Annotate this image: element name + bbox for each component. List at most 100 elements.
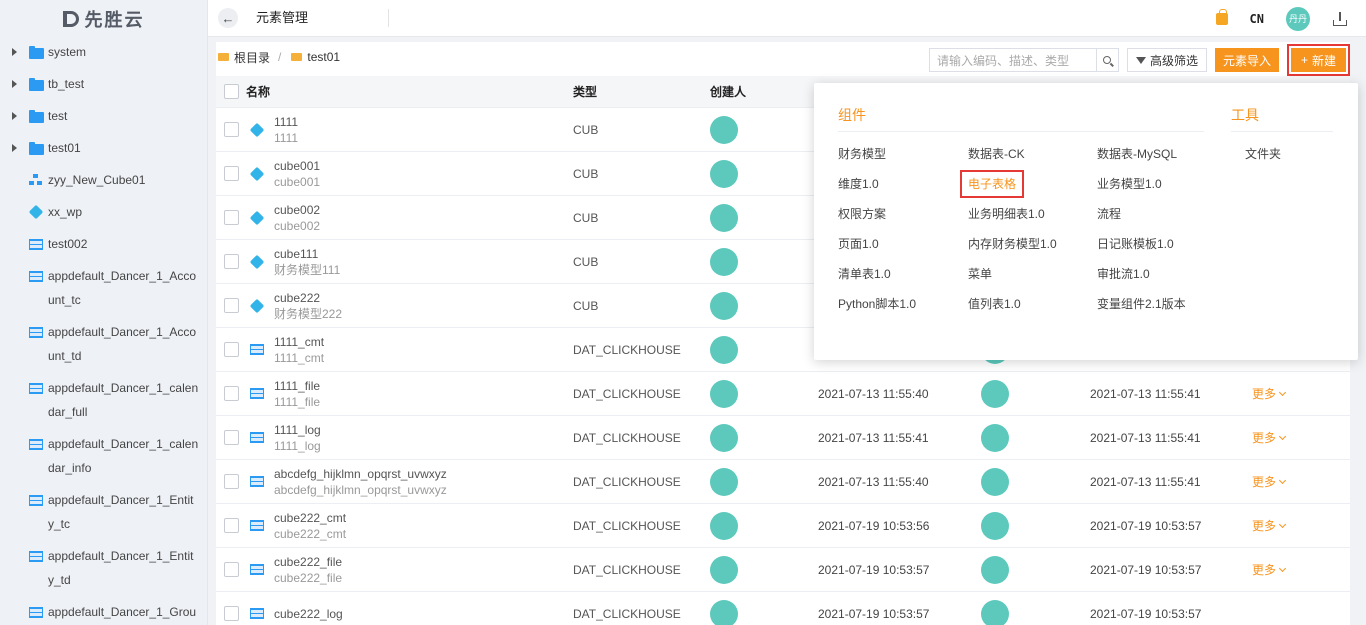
table-icon (250, 519, 264, 533)
menu-item[interactable]: 菜单 (968, 266, 992, 282)
more-actions[interactable]: 更多 (1244, 429, 1287, 446)
table-row[interactable]: abcdefg_hijklmn_opqrst_uvwxyz abcdefg_hij… (216, 460, 1350, 504)
sidebar-item[interactable]: appdefault_Dancer_1_Entity_td (0, 542, 207, 598)
expand-arrow-icon[interactable] (8, 76, 20, 92)
more-actions[interactable]: 更多 (1244, 561, 1287, 578)
top-bar: ← 元素管理 CN 丹丹 (208, 0, 1366, 37)
table-icon (250, 607, 264, 621)
language-switch[interactable]: CN (1250, 12, 1264, 26)
row-checkbox[interactable] (223, 210, 239, 225)
sidebar-item[interactable]: appdefault_Dancer_1_Account_td (0, 318, 207, 374)
menu-item[interactable]: 变量组件2.1版本 (1097, 296, 1186, 312)
sidebar-item[interactable]: appdefault_Dancer_1_Group_tc (0, 598, 207, 625)
menu-item[interactable]: 流程 (1097, 206, 1121, 222)
row-checkbox[interactable] (223, 122, 239, 137)
row-checkbox[interactable] (223, 562, 239, 577)
sidebar-item[interactable]: tb_test (0, 70, 207, 102)
row-checkbox[interactable] (223, 474, 239, 489)
back-button[interactable]: ← (218, 8, 238, 28)
element-code[interactable]: 1111_file (274, 378, 320, 394)
breadcrumb-root[interactable]: 根目录 (234, 49, 270, 66)
more-actions[interactable]: 更多 (1244, 385, 1287, 402)
menu-item[interactable]: 值列表1.0 (968, 296, 1021, 312)
sidebar-item[interactable]: appdefault_Dancer_1_Account_tc (0, 262, 207, 318)
sidebar-item[interactable]: system (0, 38, 207, 70)
element-code[interactable]: cube222 (274, 290, 342, 306)
sidebar-item[interactable]: test002 (0, 230, 207, 262)
expand-arrow-icon[interactable] (8, 140, 20, 156)
row-checkbox[interactable] (223, 342, 239, 357)
menu-item[interactable]: 权限方案 (838, 206, 886, 222)
expand-arrow-icon (8, 548, 20, 564)
table-row[interactable]: cube222_log DAT_CLICKHOUSE 2021-07-19 10:5… (216, 592, 1350, 625)
menu-item[interactable]: 审批流1.0 (1097, 266, 1150, 282)
element-code[interactable]: cube002 (274, 202, 320, 218)
new-button[interactable]: + 新建 (1290, 48, 1346, 72)
shopping-bag-icon[interactable] (1215, 8, 1228, 25)
table-shape (29, 270, 43, 282)
more-actions[interactable]: 更多 (1244, 473, 1287, 490)
menu-item[interactable]: 电子表格 (960, 170, 1025, 198)
table-row[interactable]: cube222_file cube222_file DAT_CLICKHOUSE 20… (216, 548, 1350, 592)
element-code[interactable]: cube111 (274, 246, 340, 262)
menu-item[interactable]: 业务模型1.0 (1097, 176, 1162, 192)
element-code[interactable]: 1111_log (274, 422, 321, 438)
search-button[interactable] (1095, 49, 1118, 71)
sidebar-item[interactable]: appdefault_Dancer_1_calendar_full (0, 374, 207, 430)
row-checkbox[interactable] (223, 166, 239, 181)
table-icon (250, 475, 264, 489)
sidebar-item[interactable]: appdefault_Dancer_1_calendar_info (0, 430, 207, 486)
row-checkbox[interactable] (223, 430, 239, 445)
select-all-checkbox[interactable] (223, 84, 239, 99)
sidebar-item[interactable]: appdefault_Dancer_1_Entity_tc (0, 486, 207, 542)
more-actions[interactable]: 更多 (1244, 517, 1287, 534)
expand-arrow-icon[interactable] (8, 44, 20, 60)
import-button[interactable]: 元素导入 (1214, 48, 1279, 72)
divider (1231, 131, 1333, 132)
element-code[interactable]: cube001 (274, 158, 320, 174)
sidebar-item[interactable]: test01 (0, 134, 207, 166)
header-creator[interactable]: 创建人 (702, 83, 810, 100)
element-code[interactable]: abcdefg_hijklmn_opqrst_uvwxyz (274, 466, 447, 482)
modifier-avatar (981, 423, 1009, 452)
avatar[interactable]: 丹丹 (1286, 6, 1310, 31)
menu-item[interactable]: 业务明细表1.0 (968, 206, 1045, 222)
row-checkbox[interactable] (223, 606, 239, 621)
sidebar-item[interactable]: test (0, 102, 207, 134)
table-row[interactable]: 1111_log 1111_log DAT_CLICKHOUSE 2021-07-13… (216, 416, 1350, 460)
row-checkbox[interactable] (223, 298, 239, 313)
header-name[interactable]: 名称 (246, 83, 566, 100)
breadcrumb-current[interactable]: test01 (307, 50, 340, 64)
logo[interactable]: 先胜云 (0, 0, 207, 38)
table-row[interactable]: 1111_file 1111_file DAT_CLICKHOUSE 2021-07-… (216, 372, 1350, 416)
menu-item[interactable]: 数据表-CK (968, 146, 1025, 162)
row-checkbox[interactable] (223, 518, 239, 533)
element-code[interactable]: 1111 (274, 114, 298, 130)
expand-arrow-icon[interactable] (8, 108, 20, 124)
sidebar-item[interactable]: zyy_New_Cube01 (0, 166, 207, 198)
menu-item-folder[interactable]: 文件夹 (1245, 146, 1281, 162)
menu-item[interactable]: 财务模型 (838, 146, 886, 162)
creator-cell (702, 511, 810, 540)
download-icon[interactable] (1332, 11, 1348, 27)
menu-item[interactable]: Python脚本1.0 (838, 296, 916, 312)
sidebar-item[interactable]: xx_wp (0, 198, 207, 230)
row-checkbox[interactable] (223, 386, 239, 401)
element-name: cube001 cube001 (274, 158, 320, 190)
row-checkbox[interactable] (223, 254, 239, 269)
element-code[interactable]: cube222_log (274, 606, 343, 622)
advanced-filter-button[interactable]: 高级筛选 (1126, 48, 1207, 72)
menu-item[interactable]: 数据表-MySQL (1097, 146, 1177, 162)
menu-item[interactable]: 内存财务模型1.0 (968, 236, 1057, 252)
search-input[interactable]: 请输入编码、描述、类型 (930, 52, 1096, 69)
header-type[interactable]: 类型 (566, 83, 702, 100)
menu-item[interactable]: 清单表1.0 (838, 266, 891, 282)
element-code[interactable]: 1111_cmt (274, 334, 324, 350)
table-row[interactable]: cube222_cmt cube222_cmt DAT_CLICKHOUSE 2021… (216, 504, 1350, 548)
menu-item[interactable]: 维度1.0 (838, 176, 879, 192)
menu-item[interactable]: 日记账模板1.0 (1097, 236, 1174, 252)
type-cell: CUB (573, 210, 599, 225)
menu-item[interactable]: 页面1.0 (838, 236, 879, 252)
element-code[interactable]: cube222_file (274, 554, 342, 570)
element-code[interactable]: cube222_cmt (274, 510, 346, 526)
